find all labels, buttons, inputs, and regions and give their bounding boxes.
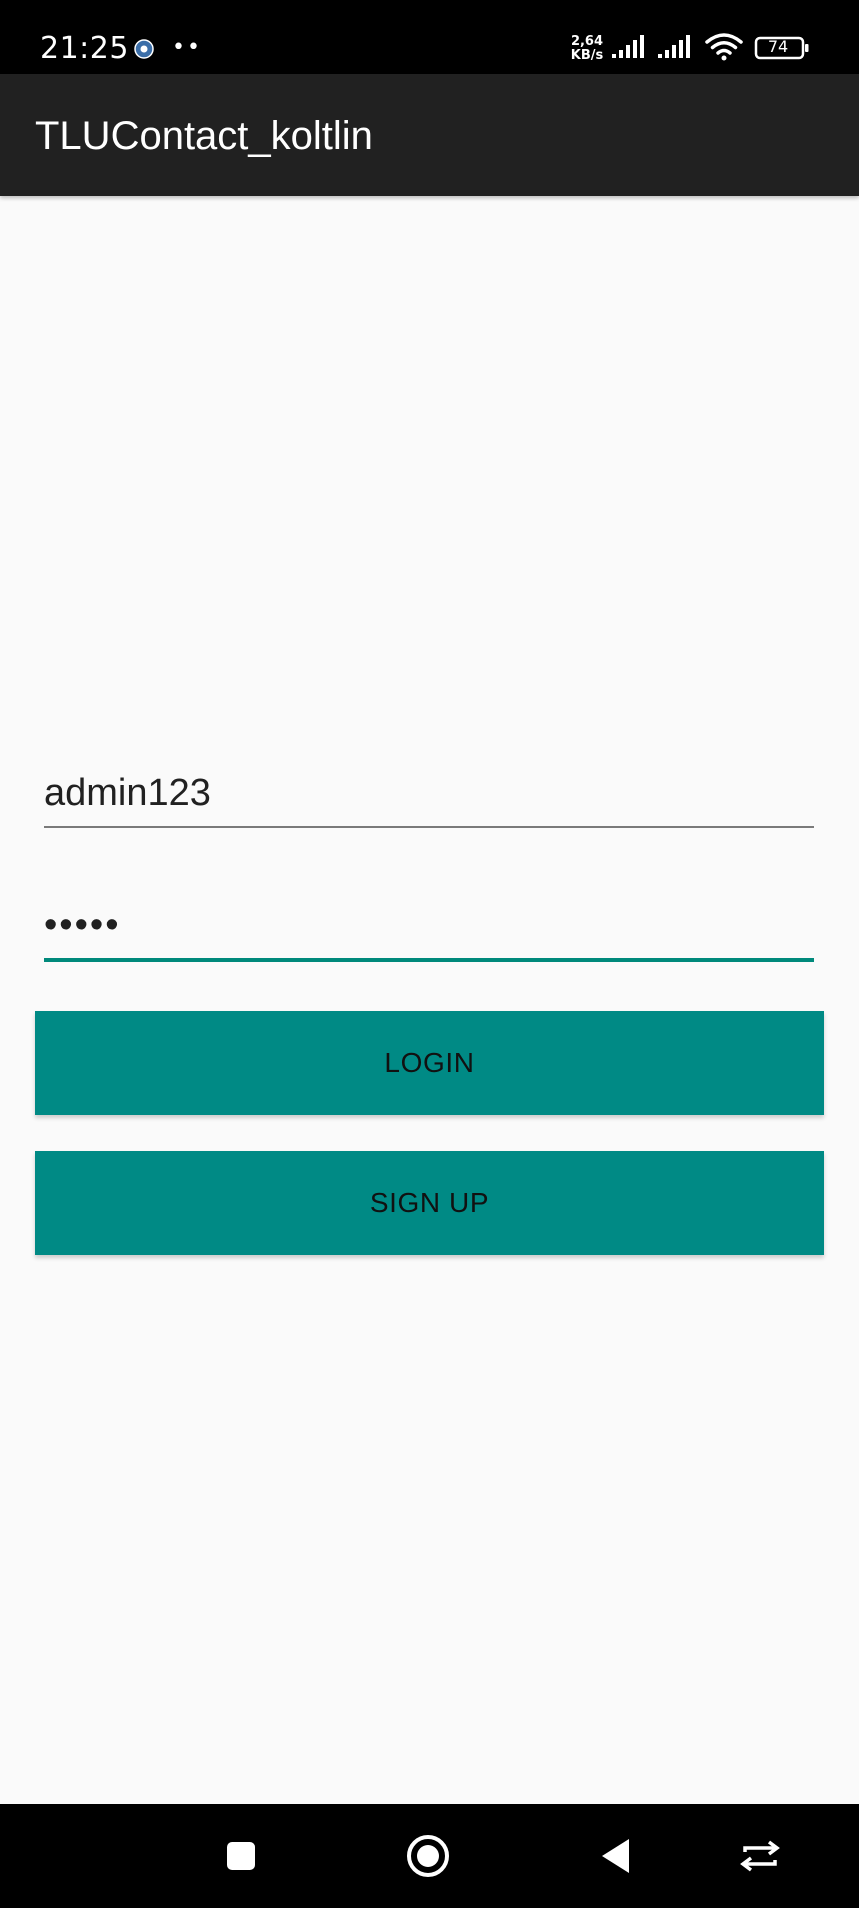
back-button[interactable] [586,1826,646,1886]
recents-button[interactable] [211,1826,271,1886]
battery-level: 74 [767,37,789,56]
signup-button[interactable]: SIGN UP [35,1151,824,1255]
password-field[interactable] [44,892,814,962]
status-time: 21:25 [40,31,129,66]
signal-icon [658,35,690,58]
login-button[interactable]: LOGIN [35,1011,824,1115]
home-button[interactable] [398,1826,458,1886]
switch-icon [740,1840,780,1872]
net-speed: 2,64 KB/s [567,35,607,63]
navigation-bar [0,1804,859,1908]
notification-dots: •• [172,35,202,60]
login-screen: 21:25 •• 2,64 KB/s 74 TLUContact_koltlin… [0,0,859,1908]
net-speed-unit: KB/s [570,48,604,63]
switch-button[interactable] [730,1826,790,1886]
net-speed-value: 2,64 [570,34,604,49]
back-icon [602,1839,629,1873]
username-field[interactable] [44,760,814,828]
app-title: TLUContact_koltlin [35,114,373,158]
app-notification-icon [134,39,154,59]
wifi-icon [705,33,743,61]
recents-icon [227,1842,255,1870]
status-bar: 21:25 •• 2,64 KB/s 74 [0,0,859,74]
signal-icon [612,35,644,58]
app-bar: TLUContact_koltlin [0,74,859,196]
password-input[interactable] [44,892,814,958]
username-input[interactable] [44,760,814,826]
home-icon [407,1835,449,1877]
